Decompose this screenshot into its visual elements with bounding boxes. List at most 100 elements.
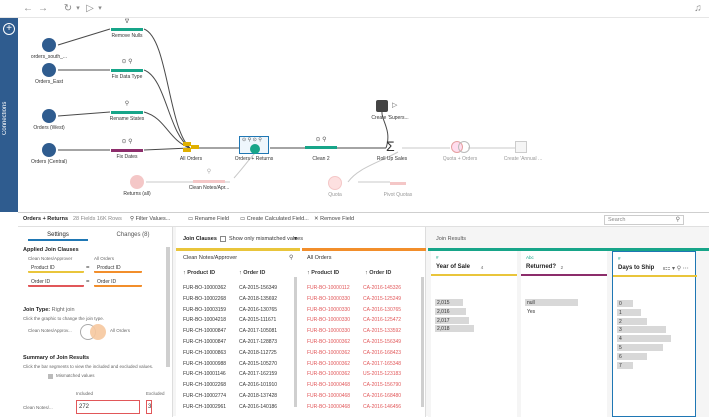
card-tools-icon[interactable]: ⚏ ▾ ⚲ ⋯ bbox=[665, 265, 689, 272]
clause2-left-field[interactable]: Order ID bbox=[28, 277, 84, 287]
order-id-cell[interactable]: CA-2016-140186 bbox=[239, 404, 277, 410]
product-id-cell[interactable]: FUR-CH-10002268 bbox=[183, 382, 226, 388]
run-output-icon[interactable]: ▷ bbox=[392, 101, 397, 109]
order-id-cell[interactable]: CA-2015-156349 bbox=[363, 339, 401, 345]
show-mismatched-checkbox[interactable] bbox=[220, 236, 226, 242]
pivot-step[interactable] bbox=[390, 182, 406, 185]
order-id-cell[interactable]: CA-2015-105270 bbox=[239, 361, 277, 367]
input-node-returns[interactable] bbox=[130, 175, 144, 189]
order-id-cell[interactable]: CA-2017-128873 bbox=[239, 339, 277, 345]
product-id-cell[interactable]: FUR-BO-10004218 bbox=[183, 317, 226, 323]
join-type-venn-diagram[interactable] bbox=[80, 324, 106, 340]
clause1-left-field[interactable]: Product ID bbox=[28, 263, 84, 273]
output-icon[interactable] bbox=[376, 100, 388, 112]
product-id-cell[interactable]: FUR-CH-10002961 bbox=[183, 404, 226, 410]
order-id-cell[interactable]: CA-2018-137428 bbox=[239, 393, 277, 399]
union-icon[interactable] bbox=[183, 140, 199, 154]
input-node-orders-south[interactable] bbox=[42, 38, 56, 52]
order-id-cell[interactable]: CA-2015-133592 bbox=[363, 328, 401, 334]
filter-values-button[interactable]: ⚲ Filter Values... bbox=[130, 216, 170, 222]
right-col-order[interactable]: ↑ Order ID bbox=[365, 270, 391, 276]
clean-step-clean-notes[interactable] bbox=[193, 180, 225, 183]
show-dropdown-icon[interactable]: ▾ bbox=[294, 235, 297, 242]
tab-changes[interactable]: Changes (8) bbox=[98, 229, 168, 241]
output-annual-icon[interactable] bbox=[515, 141, 527, 153]
product-id-cell[interactable]: FUR-BO-10000468 bbox=[307, 404, 350, 410]
right-list-scrollbar[interactable] bbox=[421, 277, 424, 407]
product-id-cell[interactable]: FUR-BO-10000468 bbox=[307, 382, 350, 388]
search-input[interactable]: Search bbox=[608, 217, 625, 223]
histogram-bar[interactable] bbox=[617, 335, 671, 343]
product-id-cell[interactable]: FUR-BO-10000330 bbox=[307, 328, 350, 334]
product-id-cell[interactable]: FUR-BO-10000330 bbox=[307, 317, 350, 323]
clean-step-rename-states[interactable] bbox=[111, 111, 143, 114]
input-node-orders-east[interactable] bbox=[42, 63, 56, 77]
left-search-icon[interactable]: ⚲ bbox=[289, 254, 293, 261]
product-id-cell[interactable]: FUR-BO-10000362 bbox=[307, 371, 350, 377]
profile-card[interactable]: # Year of Sale 4 2,015 2,016 2,017 2,018 bbox=[431, 251, 517, 417]
order-id-cell[interactable]: CA-2018-135692 bbox=[239, 296, 277, 302]
search-field[interactable]: Search ⚲ bbox=[604, 215, 684, 225]
order-id-cell[interactable]: CA-2016-168480 bbox=[363, 393, 401, 399]
order-id-cell[interactable]: CA-2016-130765 bbox=[239, 307, 277, 313]
product-id-cell[interactable]: FUR-BO-10002268 bbox=[183, 296, 226, 302]
order-id-cell[interactable]: CA-2016-125472 bbox=[363, 317, 401, 323]
refresh-dropdown-icon[interactable]: ▾ bbox=[72, 3, 84, 15]
order-id-cell[interactable]: CA-2016-130765 bbox=[363, 307, 401, 313]
product-id-cell[interactable]: FUR-BO-10000112 bbox=[307, 285, 350, 291]
left-col-order[interactable]: ↑ Order ID bbox=[239, 270, 265, 276]
settings-scrollbar[interactable] bbox=[166, 247, 170, 367]
clean-step-clean-2[interactable] bbox=[305, 146, 337, 149]
product-id-cell[interactable]: FUR-BO-10000330 bbox=[307, 296, 350, 302]
join-step-selected[interactable]: ⊙ ⚲ ⊙ ⚲ bbox=[239, 136, 269, 154]
forward-arrow-icon[interactable]: → bbox=[37, 3, 49, 15]
order-id-cell[interactable]: CA-2015-111671 bbox=[239, 317, 276, 323]
histogram-bar[interactable] bbox=[617, 326, 666, 334]
product-id-cell[interactable]: FUR-CH-10002774 bbox=[183, 393, 226, 399]
order-id-cell[interactable]: CA-2015-156790 bbox=[363, 382, 401, 388]
input-node-orders-central[interactable] bbox=[42, 143, 56, 157]
profile-card[interactable]: # Days to Ship 8 ⚏ ▾ ⚲ ⋯ 0 1 2 3 4 5 6 7 bbox=[612, 251, 697, 417]
clause1-right-field[interactable]: Product ID bbox=[94, 263, 142, 273]
create-calculated-field-button[interactable]: ▭ Create Calculated Field... bbox=[240, 216, 309, 222]
order-id-cell[interactable]: CA-2016-146456 bbox=[363, 404, 401, 410]
clause2-operator[interactable]: = bbox=[86, 279, 90, 285]
left-col-product[interactable]: ↑ Product ID bbox=[183, 270, 215, 276]
product-id-cell[interactable]: FUR-BO-10000362 bbox=[307, 339, 350, 345]
alert-bell-icon[interactable]: ♫ bbox=[692, 3, 704, 15]
product-id-cell[interactable]: FUR-CH-10000847 bbox=[183, 328, 226, 334]
product-id-cell[interactable]: FUR-CH-10000988 bbox=[183, 361, 226, 367]
right-col-product[interactable]: ↑ Product ID bbox=[307, 270, 339, 276]
input-node-quota[interactable] bbox=[328, 176, 342, 190]
clean-step-remove-nulls[interactable] bbox=[111, 28, 143, 31]
flow-canvas[interactable]: orders_south_... Orders_East Orders (Wes… bbox=[18, 18, 709, 212]
input-node-orders-west[interactable] bbox=[42, 109, 56, 123]
product-id-cell[interactable]: FUR-BO-10000362 bbox=[307, 350, 350, 356]
clause2-right-field[interactable]: Order ID bbox=[94, 277, 142, 287]
join-quota-icon[interactable] bbox=[451, 141, 471, 153]
product-id-cell[interactable]: FUR-BO-10000468 bbox=[307, 393, 350, 399]
histogram-bar[interactable] bbox=[617, 344, 663, 351]
order-id-cell[interactable]: CA-2017-162159 bbox=[239, 371, 277, 377]
included-bar[interactable]: 272 bbox=[76, 400, 140, 414]
product-id-cell[interactable]: FUR-CH-10000863 bbox=[183, 350, 226, 356]
profile-card[interactable]: Abc Returned? 2 null Yes bbox=[521, 251, 607, 417]
tab-settings[interactable]: Settings bbox=[28, 229, 88, 241]
order-id-cell[interactable]: CA-2017-105081 bbox=[239, 328, 277, 334]
clean-step-fix-dates[interactable] bbox=[111, 149, 143, 152]
order-id-cell[interactable]: CA-2016-145326 bbox=[363, 285, 401, 291]
add-connection-icon[interactable]: + bbox=[3, 23, 15, 35]
product-id-cell[interactable]: FUR-CH-10001146 bbox=[183, 371, 226, 377]
back-arrow-icon[interactable]: ← bbox=[22, 3, 34, 15]
clause1-operator[interactable]: = bbox=[86, 265, 90, 271]
product-id-cell[interactable]: FUR-BO-10003159 bbox=[183, 307, 226, 313]
product-id-cell[interactable]: FUR-BO-10000362 bbox=[307, 361, 350, 367]
order-id-cell[interactable]: CA-2015-125249 bbox=[363, 296, 401, 302]
order-id-cell[interactable]: CA-2018-112725 bbox=[239, 350, 277, 356]
remove-field-button[interactable]: ✕ Remove Field bbox=[314, 216, 354, 222]
product-id-cell[interactable]: FUR-CH-10000847 bbox=[183, 339, 226, 345]
order-id-cell[interactable]: CA-2015-156349 bbox=[239, 285, 277, 291]
order-id-cell[interactable]: CA-2016-168423 bbox=[363, 350, 401, 356]
product-id-cell[interactable]: FUR-BO-10000330 bbox=[307, 307, 350, 313]
excluded-bar[interactable]: 3 bbox=[146, 400, 152, 414]
